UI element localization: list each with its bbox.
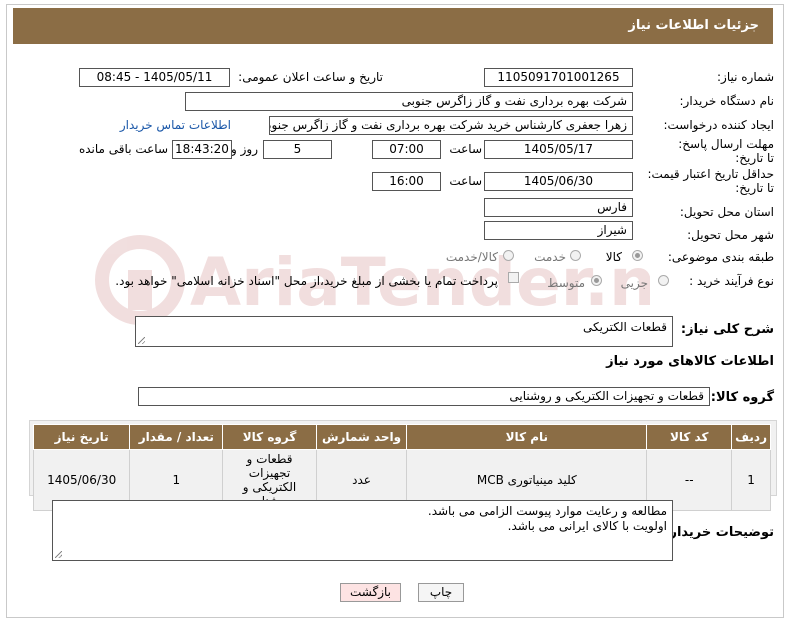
col-header-qty: تعداد / مقدار	[129, 424, 224, 450]
buyer-notes-label: توضیحات خریدار:	[664, 525, 774, 540]
need-number-field[interactable]: 1105091701001265	[484, 68, 633, 87]
category-service-label: خدمت	[534, 250, 566, 264]
time-remaining-label: ساعت باقی مانده	[78, 142, 168, 156]
need-number-label: شماره نیاز:	[717, 70, 774, 84]
process-medium-radio[interactable]	[591, 275, 602, 286]
requester-label: ایجاد کننده درخواست:	[663, 118, 774, 132]
announce-datetime-field[interactable]: 1405/05/11 - 08:45	[79, 68, 230, 87]
deadline-date-field[interactable]: 1405/05/17	[484, 140, 633, 159]
treasury-payment-checkbox[interactable]	[508, 272, 519, 283]
col-header-code: کد کالا	[646, 424, 733, 450]
validity-date-field[interactable]: 1405/06/30	[484, 172, 633, 191]
resize-grip-icon[interactable]	[138, 337, 145, 344]
treasury-payment-note: پرداخت تمام یا بخشی از مبلغ خرید،از محل …	[115, 274, 498, 288]
back-button[interactable]: بازگشت	[340, 583, 401, 602]
city-field[interactable]: شیراز	[484, 221, 633, 240]
category-goods-radio[interactable]	[632, 250, 643, 261]
col-header-unit: واحد شمارش	[315, 424, 408, 450]
deadline-label: مهلت ارسال پاسخ: تا تاریخ:	[678, 137, 774, 165]
category-goods-service-radio[interactable]	[503, 250, 514, 261]
category-goods-service-label: کالا/خدمت	[445, 250, 498, 264]
goods-group-field[interactable]: قطعات و تجهیزات الکتریکی و روشنایی	[138, 387, 710, 406]
buyer-notes-line-2: اولویت با کالای ایرانی می باشد.	[507, 519, 667, 533]
category-label: طبقه بندی موضوعی:	[667, 250, 774, 264]
col-header-row: ردیف	[731, 424, 771, 450]
col-header-group: گروه کالا	[222, 424, 317, 450]
summary-text: قطعات الکتریکی	[583, 320, 667, 334]
process-minor-label: جزیی	[620, 276, 648, 290]
process-medium-label: متوسط	[547, 276, 585, 290]
contact-info-link[interactable]: اطلاعات تماس خریدار	[120, 118, 231, 132]
process-label: نوع فرآیند خرید :	[689, 274, 774, 288]
page-header: جزئیات اطلاعات نیاز	[13, 8, 773, 44]
days-label: روز و	[231, 142, 258, 156]
validity-time-field[interactable]: 16:00	[372, 172, 441, 191]
category-goods-label: کالا	[605, 250, 622, 264]
requester-field[interactable]: زهرا جعفری کارشناس خرید شرکت بهره برداری…	[269, 116, 633, 135]
validity-time-label: ساعت	[449, 174, 482, 188]
time-remaining-field[interactable]: 18:43:20	[172, 140, 232, 159]
buyer-notes-textarea[interactable]: مطالعه و رعایت موارد پیوست الزامی می باش…	[52, 500, 673, 561]
page-title: جزئیات اطلاعات نیاز	[628, 18, 759, 33]
summary-textarea[interactable]: قطعات الکتریکی	[135, 316, 673, 347]
cell-row: 1	[731, 449, 771, 511]
announce-label: تاریخ و ساعت اعلان عمومی:	[238, 70, 383, 84]
buyer-org-label: نام دستگاه خریدار:	[679, 94, 775, 108]
resize-grip-icon[interactable]	[55, 551, 62, 558]
items-table: ردیف کد کالا نام کالا واحد شمارش گروه کا…	[32, 424, 771, 511]
province-label: استان محل تحویل:	[679, 205, 774, 219]
items-table-header: ردیف کد کالا نام کالا واحد شمارش گروه کا…	[32, 424, 771, 450]
summary-label: شرح کلی نیاز:	[680, 322, 774, 337]
days-remaining-field[interactable]: 5	[263, 140, 332, 159]
goods-group-label: گروه کالا:	[710, 390, 774, 405]
buyer-org-field[interactable]: شرکت بهره برداری نفت و گاز زاگرس جنوبی	[185, 92, 633, 111]
col-header-name: نام کالا	[406, 424, 648, 450]
category-service-radio[interactable]	[570, 250, 581, 261]
col-header-date: تاریخ نیاز	[32, 424, 131, 450]
price-validity-label: حداقل تاریخ اعتبار قیمت: تا تاریخ:	[647, 167, 774, 195]
goods-section-title: اطلاعات کالاهای مورد نیاز	[606, 354, 774, 369]
print-button[interactable]: چاپ	[418, 583, 464, 602]
process-minor-radio[interactable]	[658, 275, 669, 286]
city-label: شهر محل تحویل:	[687, 228, 774, 242]
deadline-time-field[interactable]: 07:00	[372, 140, 441, 159]
buyer-notes-line-1: مطالعه و رعایت موارد پیوست الزامی می باش…	[427, 504, 667, 518]
province-field[interactable]: فارس	[484, 198, 633, 217]
deadline-time-label: ساعت	[449, 142, 482, 156]
